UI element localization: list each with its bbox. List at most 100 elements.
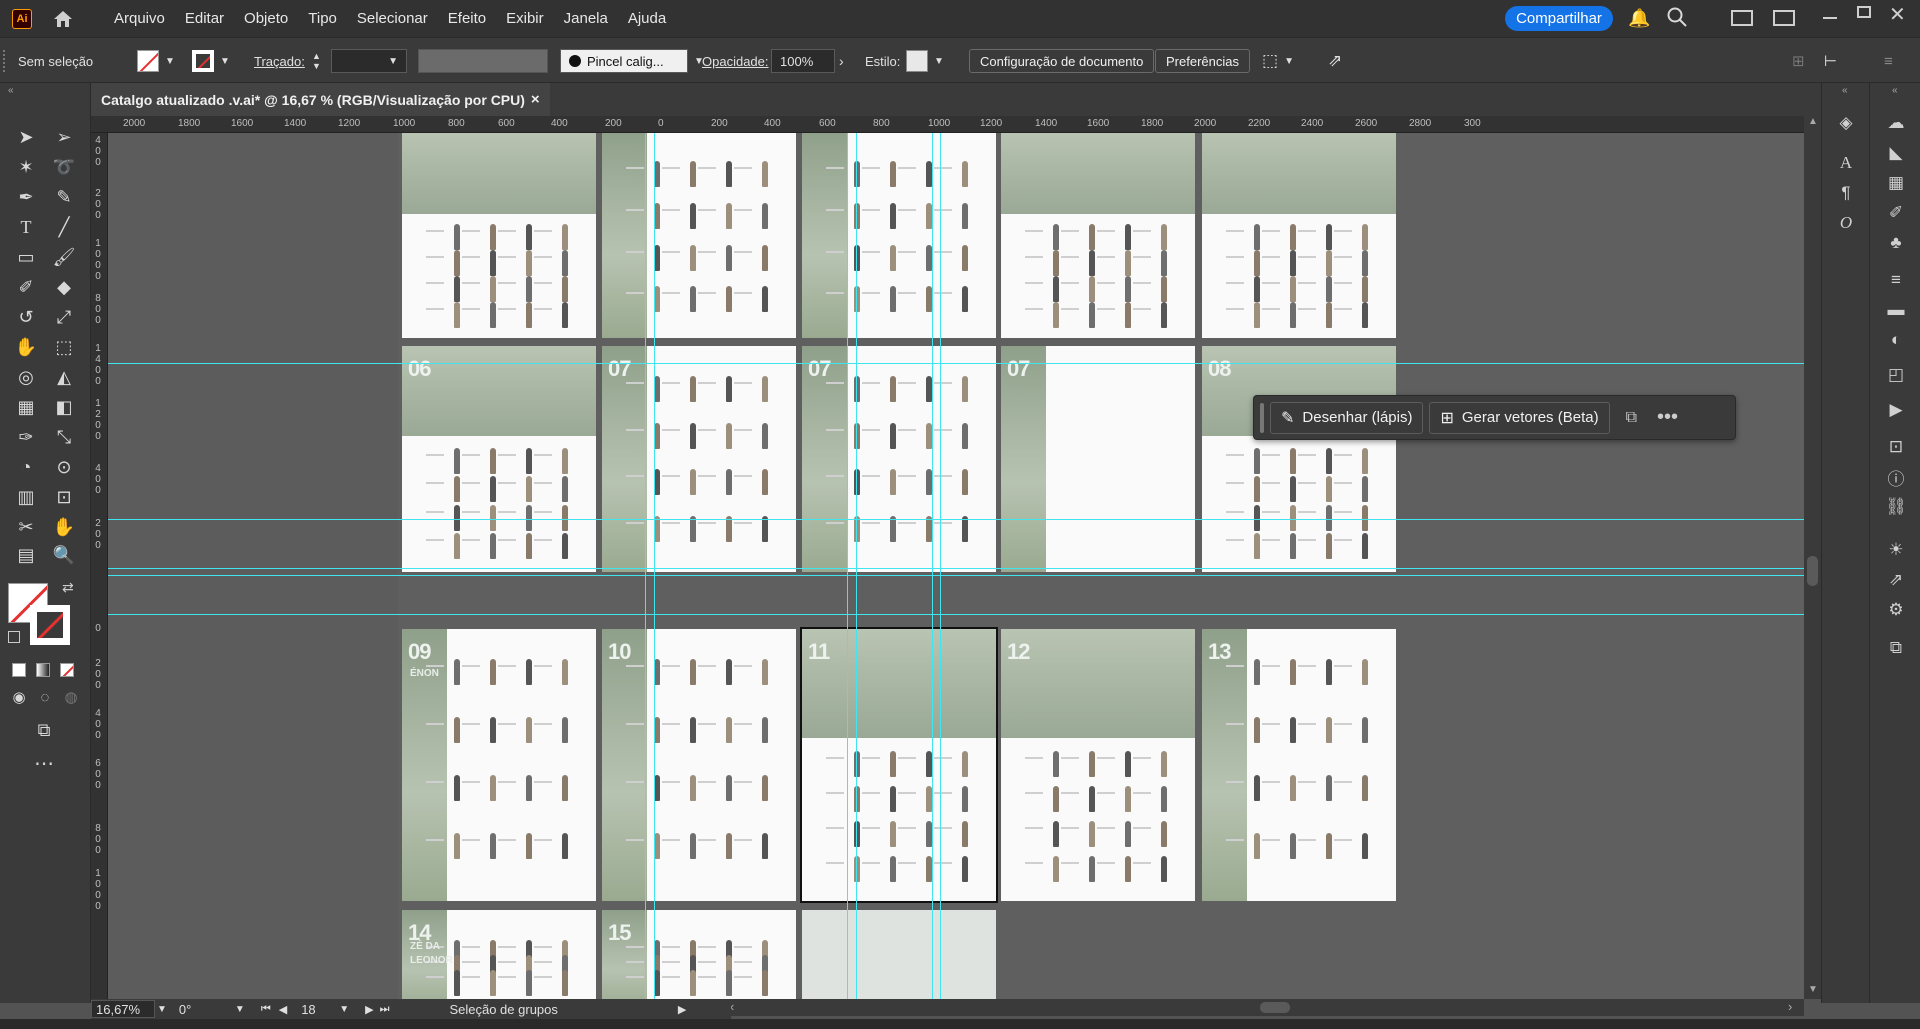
default-colors-icon[interactable]	[8, 631, 20, 643]
rotate-tool-icon[interactable]: ↺	[12, 303, 40, 331]
swap-colors-icon[interactable]: ⇄	[62, 579, 74, 596]
guide-line[interactable]	[108, 519, 1804, 520]
hand-tool-icon[interactable]: ✋	[50, 513, 78, 541]
properties-icon[interactable]: ◣	[1883, 141, 1909, 165]
horizontal-scrollbar[interactable]: ‹ ›	[730, 999, 1804, 1016]
opacity-field[interactable]: 100%	[771, 49, 835, 73]
eyedropper-tool-icon[interactable]: ✑	[12, 423, 40, 451]
mesh-tool-icon[interactable]: ▦	[12, 393, 40, 421]
artboard[interactable]: 11	[800, 627, 998, 903]
status-menu-icon[interactable]: ▶	[678, 1003, 686, 1016]
menu-exibir[interactable]: Exibir	[496, 0, 554, 37]
arrange-documents-icon[interactable]	[1773, 10, 1795, 26]
symbols-icon[interactable]: ♣	[1883, 231, 1909, 255]
artboard-tool-icon[interactable]: ⊡	[50, 483, 78, 511]
artboard[interactable]	[1202, 133, 1396, 338]
symbol-sprayer-tool-icon[interactable]: ⊙	[50, 453, 78, 481]
libraries-icon[interactable]: ☁	[1883, 111, 1909, 135]
panel-menu-icon[interactable]: ≡	[1884, 38, 1893, 84]
guide-line[interactable]	[940, 133, 941, 999]
close-window-icon[interactable]: ✕	[1889, 2, 1906, 27]
collapse-panel-icon[interactable]: «	[8, 85, 14, 96]
search-icon[interactable]	[1666, 6, 1688, 31]
horizontal-scroll-thumb[interactable]	[1260, 1002, 1290, 1013]
artboard[interactable]: 12	[1001, 629, 1195, 901]
menu-tipo[interactable]: Tipo	[298, 0, 347, 37]
column-graph-tool-icon[interactable]: ▥	[12, 483, 40, 511]
next-artboard-icon[interactable]: ▶	[365, 1003, 373, 1016]
ctx-more-icon[interactable]: •••	[1657, 406, 1678, 429]
artboard[interactable]	[1001, 133, 1195, 338]
artboard-field[interactable]: 18	[297, 1000, 339, 1018]
character-icon[interactable]: A	[1833, 151, 1859, 175]
artboard[interactable]	[402, 133, 596, 338]
artboard[interactable]: 06	[402, 346, 596, 572]
draw-behind-icon[interactable]: ◌	[31, 683, 59, 711]
chevron-down-icon[interactable]: ▼	[220, 56, 230, 67]
vertical-ruler[interactable]: 400 200 1000 800 1400 1200 400 200 0 200 400 600 800…	[91, 133, 108, 999]
menu-objeto[interactable]: Objeto	[234, 0, 298, 37]
align-icon[interactable]: ⬚ ▼	[1262, 38, 1294, 84]
last-artboard-icon[interactable]: ⏭	[380, 1003, 390, 1016]
menu-ajuda[interactable]: Ajuda	[618, 0, 676, 37]
scroll-up-icon[interactable]: ▲	[1808, 116, 1818, 127]
stroke-stepper[interactable]: ▲ ▼	[312, 38, 321, 84]
generate-vectors-button[interactable]: ⊞ Gerar vetores (Beta)	[1429, 401, 1610, 434]
warp-tool-icon[interactable]: ✋	[12, 333, 40, 361]
draw-inside-icon[interactable]: ◍	[57, 683, 85, 711]
export-icon[interactable]: ⇗	[1883, 568, 1909, 592]
pathfinder-icon[interactable]: ⧉	[1883, 636, 1909, 660]
chevron-down-icon[interactable]: ▼	[1284, 56, 1294, 67]
chevron-down-icon[interactable]: ▼	[339, 1004, 349, 1015]
guide-line[interactable]	[654, 133, 655, 999]
color-mode-icon[interactable]	[12, 663, 26, 677]
transparency-icon[interactable]: ◐	[1883, 328, 1909, 352]
stroke-weight-field[interactable]: ▼	[331, 49, 407, 73]
eraser-tool-icon[interactable]: ◆	[50, 273, 78, 301]
document-setup-button[interactable]: Configuração de documento	[969, 49, 1155, 73]
more-tools-icon[interactable]: ⋯	[30, 749, 58, 777]
artboard[interactable]	[802, 910, 996, 999]
ctx-grip-icon[interactable]	[1260, 402, 1264, 433]
expand-panel-icon[interactable]: «	[1842, 85, 1848, 96]
first-artboard-icon[interactable]: ⏮	[261, 1003, 271, 1016]
screen-mode-icon[interactable]: ⧉	[30, 716, 58, 744]
chevron-right-icon[interactable]: ›	[839, 53, 844, 69]
artboard[interactable]	[802, 133, 996, 338]
blend-tool-icon[interactable]: ◔	[12, 453, 40, 481]
selection-tool-icon[interactable]: ➤	[12, 123, 40, 151]
artboard[interactable]: 07	[1001, 346, 1195, 572]
canvas[interactable]: 06 07 07 07 08 09 ÉNON 10 11 12 13 14 ZÉ DA LEONOR 15	[108, 133, 1804, 999]
rectangle-tool-icon[interactable]: ▭	[12, 243, 40, 271]
shaper-tool-icon[interactable]: ✐	[12, 273, 40, 301]
workspace-icon[interactable]	[1731, 10, 1753, 26]
artboard[interactable]: 13	[1202, 629, 1396, 901]
vertical-scroll-thumb[interactable]	[1807, 556, 1818, 586]
minimize-icon[interactable]	[1823, 17, 1837, 19]
artboard[interactable]: 09 ÉNON	[402, 629, 596, 901]
stroke-icon[interactable]: ≡	[1883, 268, 1909, 292]
draw-pencil-button[interactable]: ✎ Desenhar (lápis)	[1270, 401, 1424, 434]
paintbrush-tool-icon[interactable]: 🖌	[50, 243, 78, 271]
direct-selection-tool-icon[interactable]: ➢	[50, 123, 78, 151]
free-transform-tool-icon[interactable]: ⬚	[50, 333, 78, 361]
scroll-down-icon[interactable]: ▼	[1808, 984, 1818, 995]
guide-line[interactable]	[108, 363, 1804, 364]
artboard[interactable]: 07	[802, 346, 996, 572]
none-mode-icon[interactable]	[60, 663, 74, 677]
opentype-icon[interactable]: O	[1833, 211, 1859, 235]
pasteboard[interactable]	[108, 133, 398, 999]
home-icon[interactable]	[50, 6, 76, 32]
magic-wand-tool-icon[interactable]: ✶	[12, 153, 40, 181]
lasso-tool-icon[interactable]: ➰	[50, 153, 78, 181]
draw-normal-icon[interactable]: ◉	[5, 683, 33, 711]
transform-icon[interactable]: ⊞	[1792, 38, 1805, 84]
scale-tool-icon[interactable]: ⤢	[50, 303, 78, 331]
chevron-down-icon[interactable]: ▼	[235, 1004, 245, 1015]
guide-line[interactable]	[847, 133, 848, 999]
menu-efeito[interactable]: Efeito	[438, 0, 496, 37]
artboard[interactable]: 10	[602, 629, 796, 901]
chevron-down-icon[interactable]: ▼	[165, 56, 175, 67]
stroke-label[interactable]: Traçado:	[254, 38, 305, 84]
menu-selecionar[interactable]: Selecionar	[347, 0, 438, 37]
